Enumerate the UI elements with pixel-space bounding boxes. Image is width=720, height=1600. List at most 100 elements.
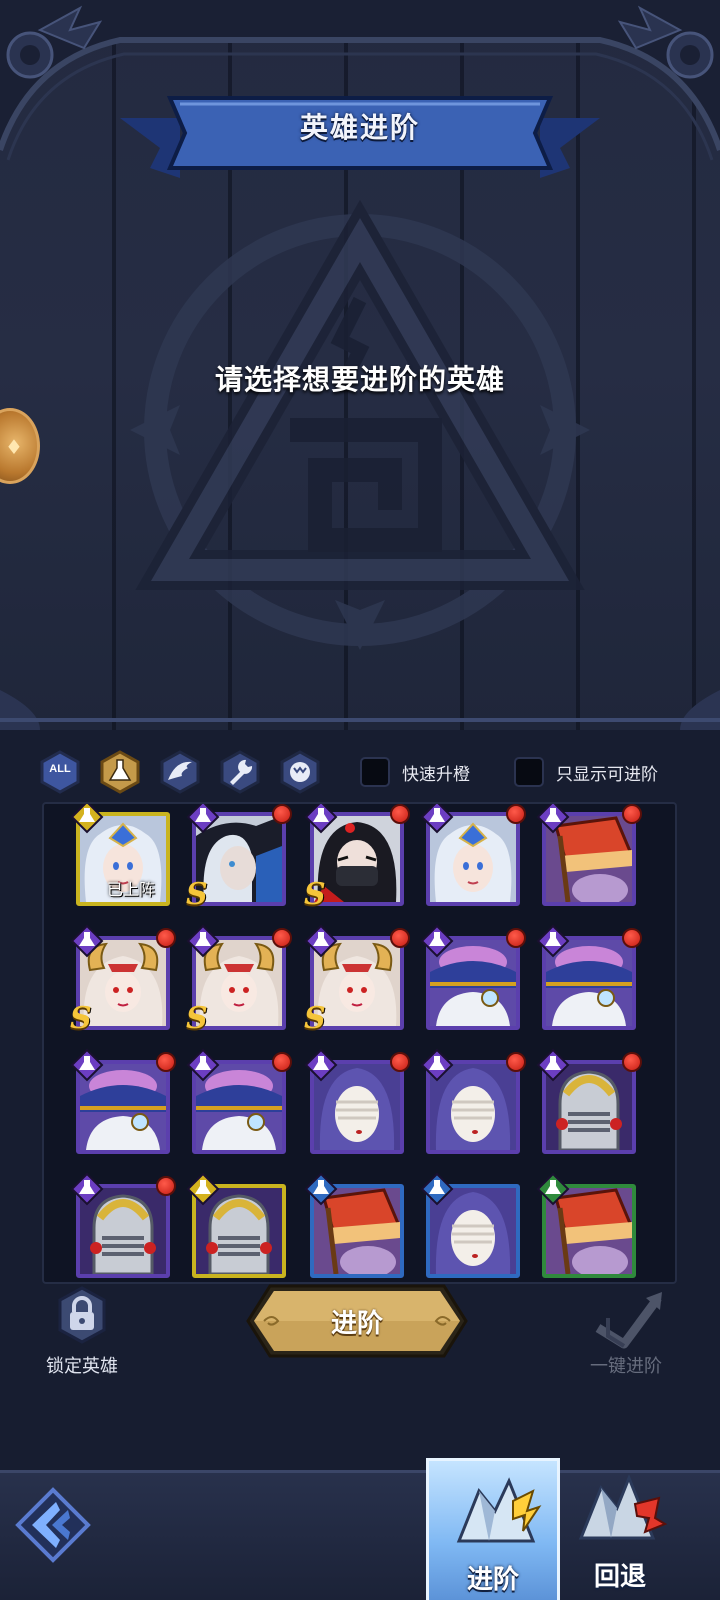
filter-all-button[interactable]: ALL	[38, 750, 82, 794]
one-key-advance-label: 一键进阶	[590, 1356, 662, 1377]
hero-class-flask-icon	[536, 1048, 570, 1082]
hero-status-label: 已上阵	[106, 880, 155, 899]
filter-wing-button[interactable]	[158, 750, 202, 794]
red-notification-dot	[156, 928, 176, 948]
hero-class-flask-icon	[304, 804, 338, 834]
quick-orange-checkbox[interactable]	[360, 757, 390, 787]
back-button[interactable]	[8, 1480, 98, 1570]
hero-card[interactable]	[186, 1048, 292, 1154]
hero-class-flask-icon	[70, 1048, 104, 1082]
s-rank-badge: S	[304, 877, 326, 912]
red-notification-dot	[622, 1052, 642, 1072]
filter-all-label: ALL	[49, 763, 71, 775]
hero-card[interactable]: S	[186, 804, 292, 912]
hero-card[interactable]: S	[70, 924, 176, 1036]
one-key-advance-button[interactable]: 一键进阶	[578, 1288, 674, 1380]
hero-class-flask-icon	[420, 1172, 454, 1206]
stage-bottom-border	[0, 690, 720, 730]
hero-class-flask-icon	[536, 1172, 570, 1206]
one-key-advance-icon	[595, 1292, 662, 1349]
red-notification-dot	[390, 804, 410, 824]
red-notification-dot	[622, 928, 642, 948]
lock-hero-label: 锁定英雄	[46, 1356, 118, 1377]
red-notification-dot	[390, 928, 410, 948]
advance-button[interactable]: 进阶	[246, 1284, 468, 1358]
side-event-icon: ♦	[5, 435, 23, 459]
hero-class-flask-icon	[536, 924, 570, 958]
hero-class-flask-icon	[186, 804, 220, 834]
hero-card[interactable]: S	[186, 924, 292, 1036]
wing-filter-icon	[160, 750, 200, 794]
only-advanceable-label: 只显示可进阶	[556, 764, 658, 785]
hero-class-flask-icon	[304, 1172, 338, 1206]
beast-filter-icon	[280, 750, 320, 794]
page-title: 英雄进阶	[299, 111, 420, 144]
hero-class-flask-icon	[304, 924, 338, 958]
red-notification-dot	[156, 1052, 176, 1072]
hero-card[interactable]	[304, 1172, 406, 1278]
red-notification-dot	[272, 804, 292, 824]
s-rank-badge: S	[70, 1001, 92, 1036]
hero-class-flask-icon	[536, 804, 570, 834]
hero-card[interactable]	[536, 924, 642, 1030]
hero-card[interactable]	[536, 804, 642, 906]
advance-crystal-icon	[456, 1477, 542, 1543]
hero-class-flask-icon	[186, 924, 220, 958]
red-notification-dot	[272, 1052, 292, 1072]
red-notification-dot	[506, 1052, 526, 1072]
hero-card[interactable]: S	[304, 924, 410, 1036]
red-notification-dot	[622, 804, 642, 824]
tab-revert-label: 回退	[593, 1562, 646, 1592]
back-arrow-icon	[15, 1487, 91, 1563]
select-hero-prompt: 请选择想要进阶的英雄	[214, 363, 505, 396]
red-notification-dot	[506, 928, 526, 948]
only-advanceable-toggle[interactable]: 只显示可进阶	[514, 757, 658, 787]
hero-class-flask-icon	[70, 804, 104, 834]
quick-orange-toggle[interactable]: 快速升橙	[360, 757, 470, 787]
tab-advance-label: 进阶	[466, 1565, 519, 1595]
s-rank-badge: S	[186, 1001, 208, 1036]
hero-card[interactable]	[420, 924, 526, 1030]
red-notification-dot	[272, 928, 292, 948]
tab-advance[interactable]: 进阶	[426, 1458, 560, 1600]
hero-class-flask-icon	[420, 924, 454, 958]
s-rank-badge: S	[304, 1001, 326, 1036]
hero-class-flask-icon	[186, 1172, 220, 1206]
flask-filter-icon	[100, 750, 140, 794]
filter-flask-button[interactable]	[98, 750, 142, 794]
filter-wrench-button[interactable]	[218, 750, 262, 794]
hero-grid: 已上阵 S S S S S	[42, 802, 677, 1284]
hero-card[interactable]	[420, 804, 526, 906]
triangle-emblem-icon	[130, 199, 590, 650]
hero-card[interactable]	[186, 1172, 288, 1278]
hero-card[interactable]	[420, 1172, 522, 1278]
lock-icon	[58, 1286, 106, 1344]
hero-card[interactable]	[536, 1048, 642, 1154]
only-advanceable-checkbox[interactable]	[514, 757, 544, 787]
revert-crystal-icon	[578, 1473, 668, 1540]
tab-revert[interactable]: 回退	[565, 1458, 675, 1600]
hero-class-flask-icon	[304, 1048, 338, 1082]
hero-class-flask-icon	[70, 924, 104, 958]
red-notification-dot	[390, 1052, 410, 1072]
s-rank-badge: S	[186, 877, 208, 912]
wrench-filter-icon	[220, 750, 260, 794]
hero-card[interactable]	[70, 1172, 176, 1278]
hero-class-flask-icon	[420, 804, 454, 834]
advance-button-label: 进阶	[330, 1309, 383, 1339]
hero-card[interactable]	[304, 1048, 410, 1154]
hero-card[interactable]	[536, 1172, 638, 1278]
red-notification-dot	[506, 804, 526, 824]
hero-card[interactable]	[420, 1048, 526, 1154]
hero-card[interactable]	[70, 1048, 176, 1154]
hero-card[interactable]: 已上阵	[70, 804, 172, 906]
hero-class-flask-icon	[70, 1172, 104, 1206]
hero-card[interactable]: S	[304, 804, 410, 912]
quick-orange-label: 快速升橙	[402, 764, 470, 785]
hero-stage: 英雄进阶 请选择想要进阶的英雄 ♦	[0, 0, 720, 730]
lock-hero-button[interactable]: 锁定英雄	[40, 1284, 124, 1377]
hero-class-flask-icon	[186, 1048, 220, 1082]
hero-class-flask-icon	[420, 1048, 454, 1082]
filter-beast-button[interactable]	[278, 750, 322, 794]
red-notification-dot	[156, 1176, 176, 1196]
